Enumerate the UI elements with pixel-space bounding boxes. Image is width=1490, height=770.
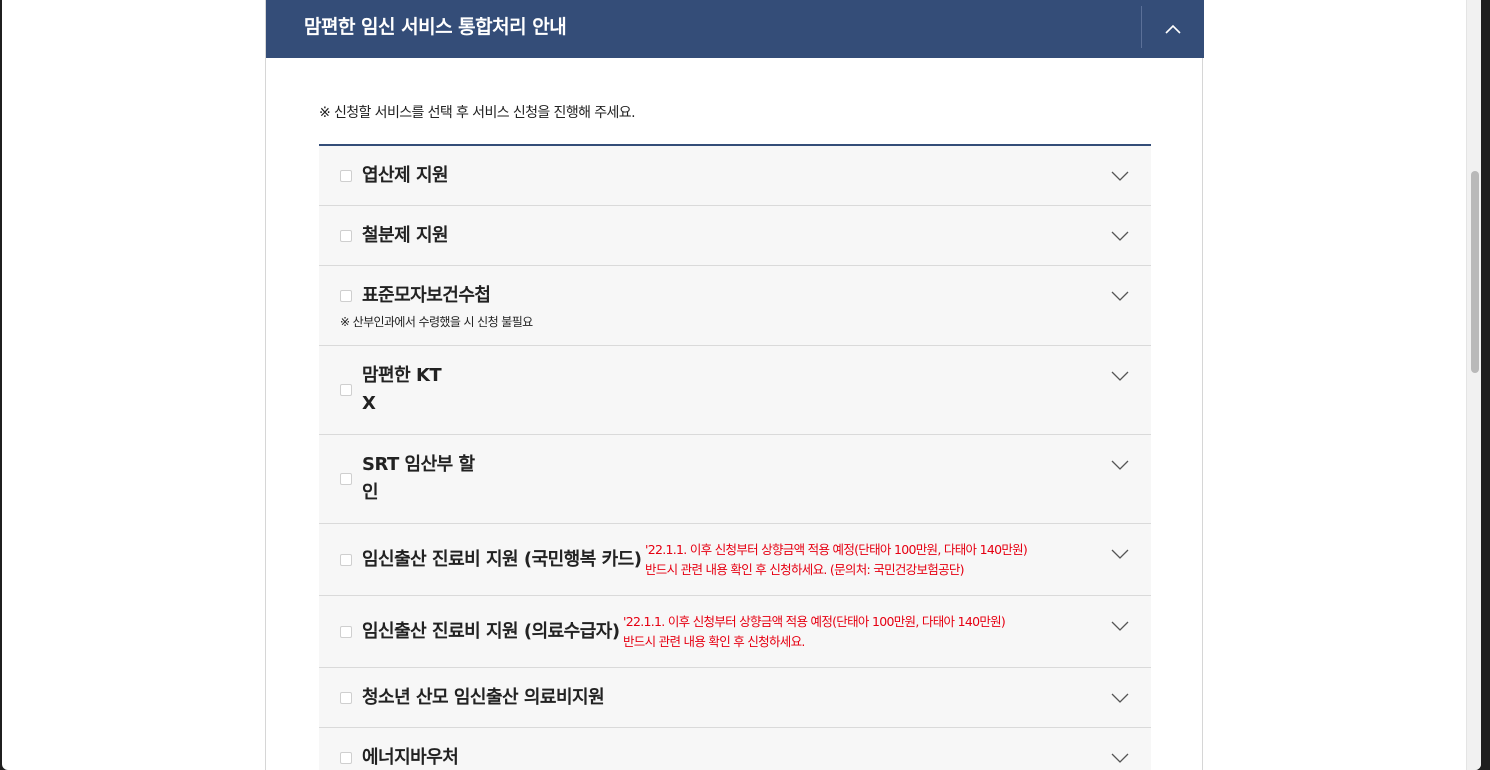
service-label: 철분제 지원 [362,225,449,246]
service-label: 표준모자보건수첩 [362,285,491,306]
scrollbar-thumb[interactable] [1471,171,1479,373]
service-item-medical-recipient[interactable]: 임신출산 진료비 지원 (의료수급자) '22.1.1. 이후 신청부터 상향금… [319,596,1151,668]
service-label: 엽산제 지원 [362,165,449,186]
service-checkbox[interactable] [340,290,352,302]
service-checkbox[interactable] [340,692,352,704]
service-label: 청소년 산모 임신출산 의료비지원 [362,687,605,708]
service-checkbox[interactable] [340,170,352,182]
service-label: 에너지바우처 [362,747,459,768]
service-note-line1: '22.1.1. 이후 신청부터 상향금액 적용 예정(단태아 100만원, 다… [623,614,1006,629]
service-item-ktx[interactable]: 맘편한 KT X [319,346,1151,435]
collapse-button[interactable] [1142,0,1204,58]
service-checkbox[interactable] [340,473,352,485]
service-sub-note: ※ 산부인과에서 수령했을 시 신청 불필요 [340,315,533,329]
service-label: 임신출산 진료비 지원 (국민행복 카드) [362,549,642,570]
chevron-up-icon [1165,24,1181,34]
chevron-down-icon[interactable] [1111,370,1129,382]
selection-notice: ※ 신청할 서비스를 선택 후 서비스 신청을 진행해 주세요. [319,105,636,121]
service-checkbox[interactable] [340,384,352,396]
service-item-energy-voucher[interactable]: 에너지바우처 [319,728,1151,770]
chevron-down-icon[interactable] [1111,752,1129,764]
service-item-health-handbook[interactable]: 표준모자보건수첩 ※ 산부인과에서 수령했을 시 신청 불필요 [319,266,1151,346]
panel-title: 맘편한 임신 서비스 통합처리 안내 [304,16,567,38]
service-note-line2: 반드시 관련 내용 확인 후 신청하세요. [623,634,805,649]
chevron-down-icon[interactable] [1111,548,1129,560]
panel-header: 맘편한 임신 서비스 통합처리 안내 [266,0,1204,58]
service-list: 엽산제 지원 철분제 지원 표준모자보건수첩 ※ 산부인과에서 수령했을 시 신… [319,144,1151,770]
service-note-line2: 반드시 관련 내용 확인 후 신청하세요. (문의처: 국민건강보험공단) [645,562,965,577]
service-label-line2: 인 [362,482,379,503]
service-label-line2: X [362,393,376,414]
service-label-line1: SRT 임산부 할 [362,454,475,475]
browser-viewport: 맘편한 임신 서비스 통합처리 안내 ※ 신청할 서비스를 선택 후 서비스 신… [2,0,1481,770]
service-checkbox[interactable] [340,752,352,764]
service-checkbox[interactable] [340,626,352,638]
service-item-folic-acid[interactable]: 엽산제 지원 [319,146,1151,206]
service-checkbox[interactable] [340,230,352,242]
chevron-down-icon[interactable] [1111,692,1129,704]
service-item-teen-mother[interactable]: 청소년 산모 임신출산 의료비지원 [319,668,1151,728]
service-item-medical-card[interactable]: 임신출산 진료비 지원 (국민행복 카드) '22.1.1. 이후 신청부터 상… [319,524,1151,596]
service-checkbox[interactable] [340,554,352,566]
service-label: 임신출산 진료비 지원 (의료수급자) [362,621,620,642]
chevron-down-icon[interactable] [1111,620,1129,632]
service-item-iron[interactable]: 철분제 지원 [319,206,1151,266]
vertical-scrollbar[interactable] [1466,0,1481,770]
service-panel: 맘편한 임신 서비스 통합처리 안내 ※ 신청할 서비스를 선택 후 서비스 신… [265,0,1204,770]
chevron-down-icon[interactable] [1111,290,1129,302]
service-label-line1: 맘편한 KT [362,365,442,386]
service-note-line1: '22.1.1. 이후 신청부터 상향금액 적용 예정(단태아 100만원, 다… [645,542,1028,557]
chevron-down-icon[interactable] [1111,170,1129,182]
service-item-srt[interactable]: SRT 임산부 할 인 [319,435,1151,524]
chevron-down-icon[interactable] [1111,459,1129,471]
chevron-down-icon[interactable] [1111,230,1129,242]
